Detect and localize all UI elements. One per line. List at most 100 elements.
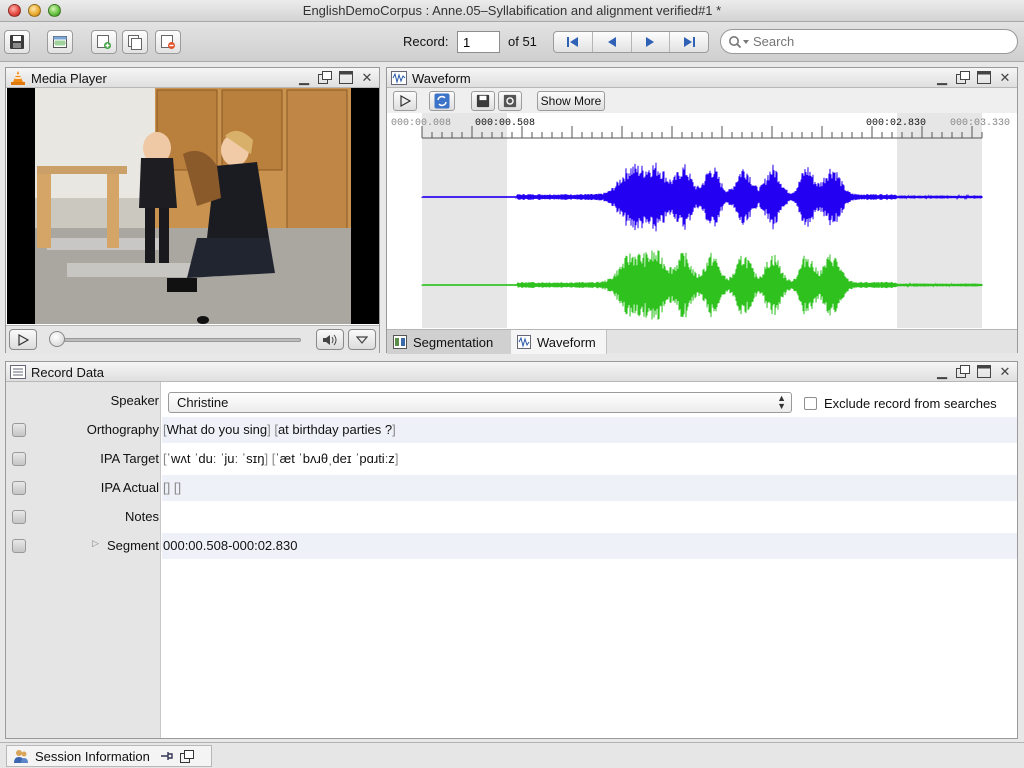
vlc-cone-icon (11, 71, 25, 85)
tier-label: Segment (106, 538, 159, 553)
tier-row-orthography: Orthography [What do you sing] [at birth… (6, 417, 1017, 443)
exclude-record-checkbox[interactable] (804, 397, 817, 410)
undock-panel-icon[interactable] (179, 749, 194, 763)
time-label-segment-start: 000:00.508 (475, 118, 535, 129)
play-icon (18, 333, 29, 346)
disclosure-triangle-icon[interactable]: ▷ (92, 538, 99, 549)
record-data-body: Speaker Christine ▲ ▼ Exclude record from… (6, 382, 1017, 738)
maximize-panel-icon[interactable] (338, 70, 354, 85)
waveform-icon (517, 335, 531, 349)
duplicate-record-button[interactable] (122, 30, 148, 54)
record-label: Record: (403, 34, 449, 49)
tier-lock-toggle[interactable] (12, 539, 26, 553)
exclude-record-label: Exclude record from searches (824, 396, 997, 411)
group-2: ˈæt ˈbʌɹθˌdeɪ ˈpɑɹtiːz (275, 451, 395, 466)
table-icon (53, 36, 67, 48)
minimize-panel-icon[interactable]: ▁ (934, 364, 950, 379)
close-panel-icon[interactable]: ✕ (997, 364, 1013, 379)
tab-waveform[interactable]: Waveform (511, 330, 607, 354)
video-frame[interactable] (7, 88, 379, 324)
tier-label: Notes (125, 509, 159, 524)
speaker-select[interactable]: Christine ▲ ▼ (168, 392, 792, 413)
add-record-button[interactable] (91, 30, 117, 54)
tier-lock-toggle[interactable] (12, 510, 26, 524)
video-scene-image (7, 88, 379, 324)
search-input[interactable] (753, 33, 1008, 50)
save-button[interactable] (4, 30, 30, 54)
tier-value[interactable]: [ˈwʌt ˈduː ˈjuː ˈsɪŋ] [ˈæt ˈbʌɹθˌdeɪ ˈpɑ… (163, 451, 398, 466)
tier-label: IPA Actual (100, 480, 159, 495)
undock-panel-icon[interactable] (955, 364, 971, 379)
tier-value[interactable]: [] [] (163, 480, 181, 495)
play-icon (400, 95, 411, 107)
last-record-button[interactable] (670, 32, 708, 52)
session-info-button[interactable] (47, 30, 73, 54)
tab-segmentation[interactable]: Segmentation (387, 330, 511, 354)
media-player-panel: Media Player ▁ ✕ (5, 67, 380, 353)
tier-lock-toggle[interactable] (12, 481, 26, 495)
refresh-icon (434, 93, 450, 109)
waveform-canvas[interactable]: 000:00.008 000:00.508 000:02.830 000:03.… (387, 113, 1017, 328)
next-icon (646, 37, 655, 47)
undock-panel-icon[interactable] (955, 70, 971, 85)
tier-lock-toggle[interactable] (12, 452, 26, 466)
refresh-button[interactable] (429, 91, 455, 111)
duplicate-icon (128, 35, 142, 50)
record-data-panel: Record Data ▁ ✕ Speaker Christine ▲ ▼ Exc… (5, 361, 1018, 739)
maximize-panel-icon[interactable] (976, 364, 992, 379)
media-player-title: Media Player (31, 71, 107, 86)
people-icon (14, 750, 28, 763)
waveform-title: Waveform (412, 71, 471, 86)
speaker-value: Christine (177, 395, 229, 410)
close-panel-icon[interactable]: ✕ (359, 70, 375, 85)
seek-slider-handle[interactable] (49, 331, 65, 347)
search-field[interactable] (720, 29, 1018, 54)
record-number-input[interactable] (457, 31, 500, 53)
record-data-title: Record Data (31, 365, 104, 380)
next-record-button[interactable] (632, 32, 671, 52)
pin-icon[interactable] (160, 750, 174, 762)
tier-value[interactable]: 000:00.508-000:02.830 (163, 538, 297, 553)
save-icon (476, 94, 490, 108)
minimize-panel-icon[interactable]: ▁ (934, 70, 950, 85)
waveform-play-button[interactable] (393, 91, 417, 111)
delete-record-button[interactable] (155, 30, 181, 54)
media-menu-button[interactable] (348, 329, 376, 350)
waveform-settings-button[interactable] (498, 91, 522, 111)
previous-record-button[interactable] (593, 32, 632, 52)
group-1: ˈwʌt ˈduː ˈjuː ˈsɪŋ (166, 451, 265, 466)
chevron-down-icon (356, 335, 368, 344)
session-information-tab[interactable]: Session Information (6, 745, 212, 767)
close-panel-icon[interactable]: ✕ (997, 70, 1013, 85)
export-segment-button[interactable] (471, 91, 495, 111)
speaker-row: Speaker Christine ▲ ▼ Exclude record from… (6, 386, 1017, 414)
time-label-start: 000:00.008 (391, 118, 451, 129)
save-icon (10, 35, 24, 49)
seek-slider-track[interactable] (54, 338, 301, 342)
skip-first-icon (566, 37, 578, 47)
volume-button[interactable] (316, 329, 344, 350)
tier-row-segment: ▷ Segment 000:00.508-000:02.830 (6, 533, 1017, 559)
tier-value[interactable]: [What do you sing] [at birthday parties … (163, 422, 396, 437)
minimize-panel-icon[interactable]: ▁ (296, 70, 312, 85)
speaker-label: Speaker (110, 393, 159, 408)
tier-lock-toggle[interactable] (12, 423, 26, 437)
status-bar: Session Information (0, 742, 1024, 768)
select-arrows-icon: ▲ ▼ (777, 393, 786, 411)
record-navigation (553, 31, 709, 53)
gear-icon (503, 94, 517, 108)
tier-row-ipa-actual: IPA Actual [] [] (6, 475, 1017, 501)
maximize-panel-icon[interactable] (976, 70, 992, 85)
show-more-button[interactable]: Show More (537, 91, 605, 111)
waveform-display[interactable]: 000:00.008 000:00.508 000:02.830 000:03.… (387, 113, 1017, 328)
add-record-icon (97, 35, 111, 49)
undock-panel-icon[interactable] (317, 70, 333, 85)
tier-label: IPA Target (100, 451, 159, 466)
previous-icon (607, 37, 616, 47)
delete-record-icon (161, 35, 175, 49)
first-record-button[interactable] (554, 32, 593, 52)
play-button[interactable] (9, 329, 37, 350)
waveform-icon (391, 71, 407, 85)
record-data-titlebar: Record Data ▁ ✕ (6, 362, 1017, 382)
record-count: of 51 (508, 34, 537, 49)
